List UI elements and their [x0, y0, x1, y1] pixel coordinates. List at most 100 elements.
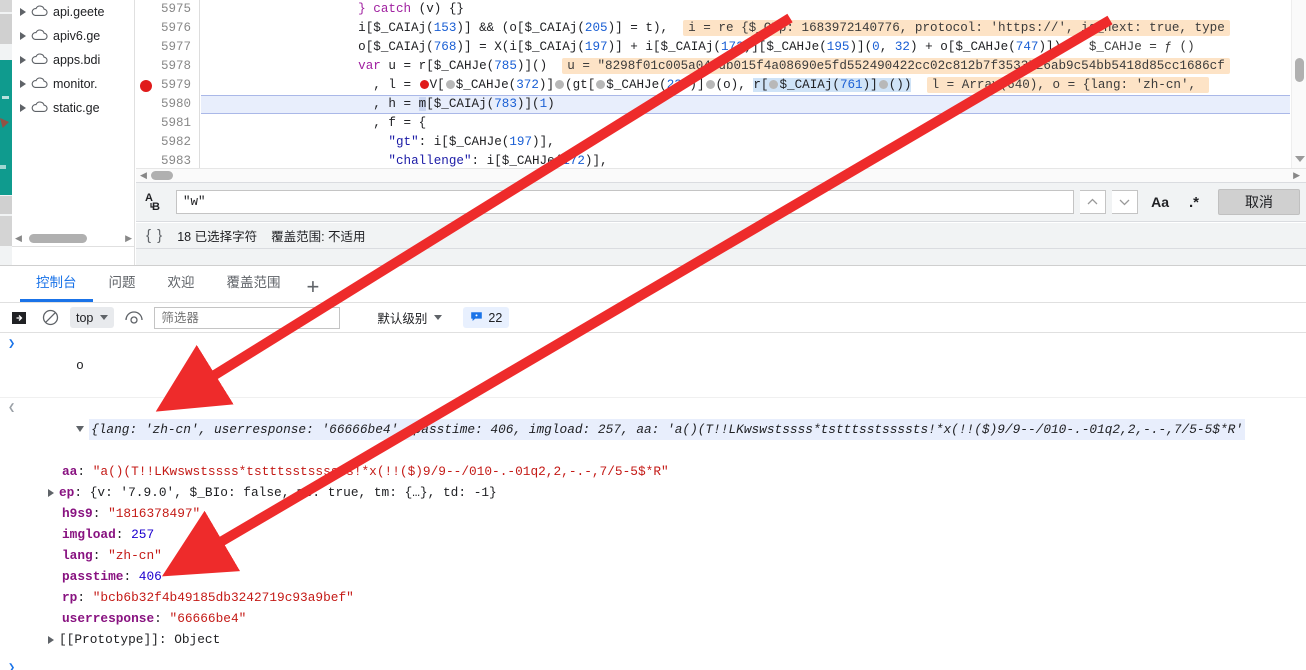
scrollbar-thumb[interactable]	[28, 233, 87, 243]
tab-console[interactable]: 控制台	[20, 266, 93, 302]
object-property-row[interactable]: passtime: 406	[0, 566, 1306, 587]
object-property-row[interactable]: ep: {v: '7.9.0', $_BIo: false, me: true,…	[0, 482, 1306, 503]
property-value: "zh-cn"	[108, 548, 162, 563]
tab-coverage[interactable]: 覆盖范围	[211, 266, 297, 302]
code-line-highlighted[interactable]: , h = m[$_CAIAj(783)](1)	[201, 95, 1290, 114]
scrollbar-thumb[interactable]	[150, 171, 173, 180]
line-number[interactable]: 5980	[136, 95, 199, 114]
line-number[interactable]: 5978	[136, 57, 199, 76]
cloud-icon	[31, 28, 48, 44]
code-content[interactable]: } catch (v) {} i[$_CAIAj(153)] && (o[$_C…	[201, 0, 1290, 168]
scroll-down-icon[interactable]	[1295, 156, 1305, 162]
devtools-drawer: 控制台 问题 欢迎 覆盖范围 + top 筛选器 默认级别 22 ❯ o ❮ {…	[0, 265, 1306, 670]
editor-vertical-scrollbar[interactable]	[1291, 0, 1306, 168]
filter-input[interactable]	[154, 306, 341, 329]
line-number-with-breakpoint[interactable]: 5979	[136, 76, 199, 95]
console-input-row[interactable]: ❯ o	[0, 334, 1306, 398]
selection-status: 18 已选择字符	[177, 230, 258, 244]
object-property-row[interactable]: imgload: 257	[0, 524, 1306, 545]
expand-triangle-icon[interactable]	[48, 635, 54, 644]
page-strip-teal-band	[0, 60, 12, 195]
search-prev-button[interactable]	[1080, 190, 1107, 214]
nav-tree-item-0[interactable]: api.geete	[12, 0, 134, 24]
cloud-icon	[31, 76, 48, 92]
input-marker-icon: ❯	[8, 337, 16, 351]
console-input-row[interactable]: ❯r[$_CAIAj(761)]()	[0, 658, 1306, 670]
object-property-row[interactable]: aa: "a()(T!!LKwswstssss*tstttsstssssts!*…	[0, 461, 1306, 482]
nav-tree-item-2[interactable]: apps.bdi	[12, 48, 134, 72]
code-line[interactable]: , f = {	[201, 114, 1290, 133]
expand-triangle-icon[interactable]	[48, 488, 54, 497]
case-replace-icon[interactable]: A B	[142, 188, 170, 216]
object-property-row[interactable]: lang: "zh-cn"	[0, 545, 1306, 566]
match-case-toggle[interactable]: Aa	[1144, 194, 1176, 210]
nav-tree-item-1[interactable]: apiv6.ge	[12, 24, 134, 48]
expand-triangle-icon[interactable]	[20, 56, 26, 64]
search-input[interactable]	[176, 190, 1075, 214]
nav-tree-label: apiv6.ge	[53, 29, 101, 43]
line-number-gutter[interactable]: 5975 5976 5977 5978 5979 5980 5981 5982 …	[136, 0, 200, 168]
expand-triangle-icon[interactable]	[20, 104, 26, 112]
console-message-list[interactable]: ❯ o ❮ {lang: 'zh-cn', userresponse: '66666…	[0, 334, 1306, 670]
regex-toggle[interactable]: .*	[1182, 194, 1206, 211]
property-key: ep	[59, 485, 75, 500]
object-prototype-row[interactable]: [[Prototype]]: Object	[0, 629, 1306, 650]
clear-console-icon[interactable]	[39, 307, 61, 329]
breakpoint-icon[interactable]	[140, 80, 152, 92]
scroll-left-icon[interactable]: ◀	[136, 170, 151, 181]
line-number[interactable]: 5977	[136, 38, 199, 57]
issues-badge[interactable]: 22	[463, 307, 510, 328]
nav-tree-item-3[interactable]: monitor.	[12, 72, 134, 96]
code-line[interactable]: i[$_CAIAj(153)] && (o[$_CAIAj(205)] = t)…	[201, 19, 1290, 38]
expand-triangle-icon[interactable]	[76, 425, 85, 432]
scrollbar-thumb[interactable]	[1295, 58, 1304, 82]
expand-triangle-icon[interactable]	[20, 32, 26, 40]
scroll-right-icon[interactable]: ▶	[122, 233, 135, 244]
line-number[interactable]: 5982	[136, 133, 199, 152]
code-dot-marker	[555, 80, 565, 90]
curly-braces-icon[interactable]: { }	[146, 227, 163, 244]
issues-icon	[470, 310, 483, 326]
scroll-left-icon[interactable]: ◀	[12, 233, 25, 244]
object-property-row[interactable]: userresponse: "66666be4"	[0, 608, 1306, 629]
scrollbar-track[interactable]	[25, 233, 122, 243]
nav-tree-item-4[interactable]: static.ge	[12, 96, 134, 120]
live-expression-icon[interactable]	[123, 307, 145, 329]
tab-whats-new[interactable]: 欢迎	[152, 266, 211, 302]
object-property-row[interactable]: h9s9: "1816378497"	[0, 503, 1306, 524]
log-level-select[interactable]: 默认级别	[377, 308, 443, 327]
scroll-right-icon[interactable]: ▶	[1287, 170, 1306, 181]
console-output-row[interactable]: ❮ {lang: 'zh-cn', userresponse: '66666be4…	[0, 398, 1306, 461]
property-value: "a()(T!!LKwswstssss*tstttsstssssts!*x(!!…	[92, 464, 669, 479]
chevron-down-icon	[100, 315, 109, 320]
code-line[interactable]: "gt": i[$_CAHJe(197)],	[201, 133, 1290, 152]
property-key: lang	[62, 548, 93, 563]
code-line[interactable]: "challenge": i[$_CAHJe(172)],	[201, 152, 1290, 168]
search-next-button[interactable]	[1112, 190, 1139, 214]
code-line[interactable]: o[$_CAIAj(768)] = X(i[$_CAIAj(197)] + i[…	[201, 38, 1290, 57]
cancel-button[interactable]: 取消	[1218, 189, 1300, 215]
editor-horizontal-scrollbar[interactable]: ◀ ▶	[136, 168, 1306, 182]
nav-tree-label: monitor.	[53, 77, 98, 91]
code-line[interactable]: var u = r[$_CAHJe(785)]() u = "8298f01c0…	[201, 57, 1290, 76]
line-number[interactable]: 5975	[136, 0, 199, 19]
navigator-horizontal-scrollbar[interactable]: ◀ ▶	[12, 231, 135, 245]
expand-triangle-icon[interactable]	[20, 8, 26, 16]
code-line[interactable]: } catch (v) {}	[201, 0, 1290, 19]
inline-value-hint: l = Array(640), o = {lang: 'zh-cn',	[926, 77, 1209, 93]
tab-issues[interactable]: 问题	[93, 266, 152, 302]
line-number[interactable]: 5983	[136, 152, 199, 168]
object-property-row[interactable]: rp: "bcb6b32f4b49185db3242719c93a9bef"	[0, 587, 1306, 608]
code-line[interactable]: , l = V[$_CAHJe(372)] (gt[$_CAHJe(239)] (o…	[201, 76, 1290, 95]
line-number[interactable]: 5981	[136, 114, 199, 133]
object-preview[interactable]: {lang: 'zh-cn', userresponse: '66666be4'…	[89, 419, 1245, 440]
property-value: Object	[174, 632, 221, 647]
execution-context-select[interactable]: top	[70, 307, 115, 328]
console-input-text: o	[76, 358, 84, 373]
devtools-top-region: api.geete apiv6.ge apps.bdi monitor. sta…	[0, 0, 1306, 265]
console-sidebar-icon[interactable]	[8, 307, 30, 329]
line-number[interactable]: 5976	[136, 19, 199, 38]
expand-triangle-icon[interactable]	[20, 80, 26, 88]
add-tab-button[interactable]: +	[297, 272, 330, 302]
source-code-editor[interactable]: 5975 5976 5977 5978 5979 5980 5981 5982 …	[136, 0, 1306, 168]
